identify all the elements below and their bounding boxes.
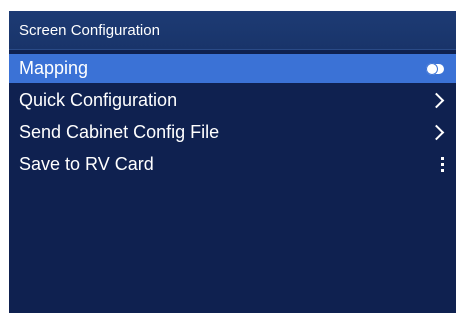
more-vertical-icon[interactable] bbox=[441, 150, 444, 179]
menu-item-label: Mapping bbox=[19, 58, 89, 78]
toggle-switch-icon bbox=[426, 62, 444, 75]
screen-configuration-panel: Screen Configuration Mapping Quick Confi… bbox=[9, 11, 456, 313]
toggle-knob bbox=[426, 62, 438, 75]
mapping-toggle[interactable] bbox=[426, 54, 444, 83]
menu-item-label: Send Cabinet Config File bbox=[19, 122, 220, 142]
menu-item-quick-configuration[interactable]: Quick Configuration bbox=[9, 86, 456, 115]
menu-item-label: Quick Configuration bbox=[19, 90, 178, 110]
menu-list: Mapping Quick Configuration Send Cabinet… bbox=[9, 54, 456, 179]
chevron-right-icon bbox=[428, 86, 445, 115]
page-title: Screen Configuration bbox=[9, 11, 456, 50]
menu-item-send-cabinet-config-file[interactable]: Send Cabinet Config File bbox=[9, 118, 456, 147]
chevron-right-icon bbox=[428, 118, 445, 147]
menu-item-save-to-rv-card[interactable]: Save to RV Card bbox=[9, 150, 456, 179]
menu-item-mapping[interactable]: Mapping bbox=[9, 54, 456, 83]
menu-item-label: Save to RV Card bbox=[19, 154, 154, 174]
